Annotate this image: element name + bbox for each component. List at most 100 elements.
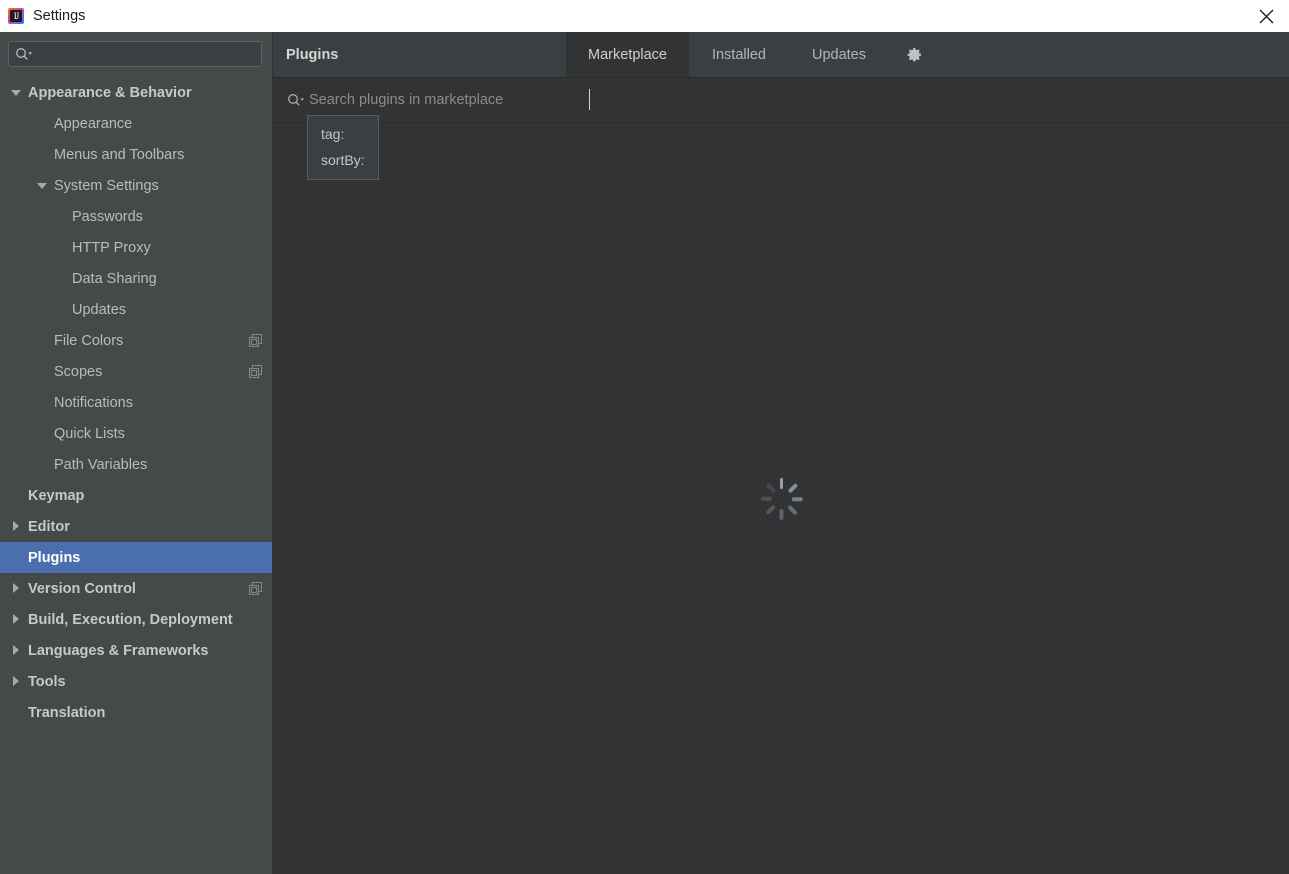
sidebar-item-label: Editor — [28, 518, 70, 535]
sidebar-item-passwords[interactable]: Passwords — [0, 201, 272, 232]
plugins-panel: Plugins Marketplace Installed Updates — [273, 32, 1289, 874]
sidebar-item-label: Plugins — [28, 549, 81, 566]
sidebar-item-notifications[interactable]: Notifications — [0, 387, 272, 418]
copy-icon[interactable] — [249, 334, 262, 347]
sidebar-item-label: Translation — [28, 704, 106, 721]
sidebar-item-label: Appearance — [54, 115, 133, 132]
tab-marketplace[interactable]: Marketplace — [566, 32, 689, 77]
sidebar-item-keymap[interactable]: Keymap — [0, 480, 272, 511]
search-icon — [15, 47, 33, 61]
sidebar-item-label: Languages & Frameworks — [28, 642, 209, 659]
sidebar-item-label: Passwords — [72, 208, 143, 225]
sidebar-item-updates[interactable]: Updates — [0, 294, 272, 325]
search-icon — [287, 93, 305, 107]
chevron-right-icon[interactable] — [10, 675, 23, 688]
suggestion-item[interactable]: sortBy: — [308, 147, 378, 173]
window-title: Settings — [33, 8, 86, 24]
sidebar-item-label: Appearance & Behavior — [28, 84, 192, 101]
settings-tree: Appearance & Behavior Appearance Menus and… — [0, 75, 272, 874]
sidebar-item-label: Data Sharing — [72, 270, 157, 287]
sidebar-item-label: Quick Lists — [54, 425, 125, 442]
chevron-right-icon[interactable] — [10, 613, 23, 626]
sidebar-item-translation[interactable]: Translation — [0, 697, 272, 728]
sidebar-item-version-control[interactable]: Version Control — [0, 573, 272, 604]
spinner-blade — [765, 482, 776, 493]
sidebar-item-appearance-behavior[interactable]: Appearance & Behavior — [0, 77, 272, 108]
search-suggestions-popup[interactable]: tag: sortBy: — [307, 115, 379, 180]
chevron-down-icon[interactable] — [10, 86, 23, 99]
sidebar-item-label: Version Control — [28, 580, 136, 597]
sidebar-item-editor[interactable]: Editor — [0, 511, 272, 542]
gear-icon[interactable] — [889, 32, 941, 77]
intellij-idea-icon: IJ — [8, 8, 24, 24]
sidebar-item-label: File Colors — [54, 332, 124, 349]
loading-spinner-icon — [759, 477, 803, 521]
copy-icon[interactable] — [249, 365, 262, 378]
sidebar-item-label: Scopes — [54, 363, 103, 380]
settings-body: Appearance & Behavior Appearance Menus and… — [0, 32, 1289, 874]
copy-icon[interactable] — [249, 582, 262, 595]
sidebar-item-data-sharing[interactable]: Data Sharing — [0, 263, 272, 294]
sidebar-item-label: Path Variables — [54, 456, 148, 473]
sidebar-item-languages-frameworks[interactable]: Languages & Frameworks — [0, 635, 272, 666]
sidebar-item-tools[interactable]: Tools — [0, 666, 272, 697]
sidebar-search-input[interactable] — [33, 46, 255, 62]
sidebar-item-plugins[interactable]: Plugins — [0, 542, 272, 573]
sidebar-item-label: Build, Execution, Deployment — [28, 611, 233, 628]
sidebar-search-container — [0, 32, 272, 75]
sidebar-item-label: Keymap — [28, 487, 85, 504]
sidebar-item-label: System Settings — [54, 177, 159, 194]
tab-updates[interactable]: Updates — [789, 32, 889, 77]
spinner-blade — [787, 482, 798, 493]
sidebar-item-quick-lists[interactable]: Quick Lists — [0, 418, 272, 449]
plugin-search-input[interactable] — [309, 92, 1289, 108]
sidebar-item-label: HTTP Proxy — [72, 239, 151, 256]
sidebar-item-file-colors[interactable]: File Colors — [0, 325, 272, 356]
spinner-blade — [791, 496, 803, 501]
spinner-blade — [765, 504, 776, 515]
chevron-right-icon[interactable] — [10, 520, 23, 533]
sidebar-item-label: Updates — [72, 301, 127, 318]
window-title-bar: IJ Settings — [0, 0, 1289, 32]
chevron-down-icon[interactable] — [36, 179, 49, 192]
sidebar-item-label: Tools — [28, 673, 66, 690]
plugins-tabs: Marketplace Installed Updates — [566, 32, 889, 77]
tab-installed[interactable]: Installed — [689, 32, 789, 77]
text-caret — [589, 89, 590, 110]
plugin-list-area — [273, 123, 1289, 874]
spinner-blade — [787, 504, 798, 515]
settings-sidebar: Appearance & Behavior Appearance Menus and… — [0, 32, 273, 874]
spinner-blade — [760, 496, 772, 501]
page-title: Plugins — [286, 46, 339, 63]
sidebar-search-box[interactable] — [8, 41, 262, 67]
plugins-header: Plugins Marketplace Installed Updates — [273, 32, 1289, 78]
sidebar-item-label: Menus and Toolbars — [54, 146, 185, 163]
close-icon[interactable] — [1244, 0, 1289, 32]
suggestion-item[interactable]: tag: — [308, 121, 378, 147]
sidebar-item-http-proxy[interactable]: HTTP Proxy — [0, 232, 272, 263]
chevron-right-icon[interactable] — [10, 644, 23, 657]
sidebar-item-appearance[interactable]: Appearance — [0, 108, 272, 139]
plugin-search-bar[interactable] — [273, 78, 1289, 123]
sidebar-item-scopes[interactable]: Scopes — [0, 356, 272, 387]
spinner-blade — [779, 477, 783, 489]
sidebar-item-label: Notifications — [54, 394, 133, 411]
sidebar-item-menus-and-toolbars[interactable]: Menus and Toolbars — [0, 139, 272, 170]
sidebar-item-system-settings[interactable]: System Settings — [0, 170, 272, 201]
chevron-right-icon[interactable] — [10, 582, 23, 595]
sidebar-item-path-variables[interactable]: Path Variables — [0, 449, 272, 480]
sidebar-item-build-execution-deployment[interactable]: Build, Execution, Deployment — [0, 604, 272, 635]
